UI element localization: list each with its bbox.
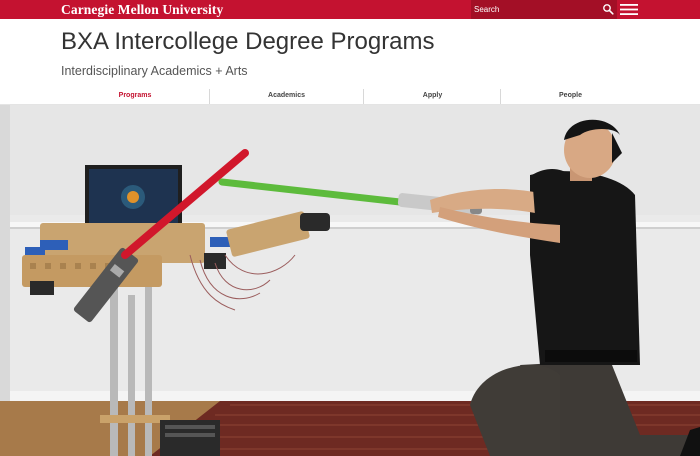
nav-tab-programs[interactable]: Programs [60, 88, 210, 104]
main-nav: Programs Academics Apply People [60, 88, 640, 104]
nav-tab-academics[interactable]: Academics [210, 88, 363, 104]
page-subtitle: Interdisciplinary Academics + Arts [61, 64, 248, 78]
university-logo[interactable]: Carnegie Mellon University [61, 2, 223, 18]
search-input[interactable] [474, 2, 594, 17]
top-bar: Carnegie Mellon University [0, 0, 700, 19]
hero-photo-robot-lightsaber [0, 105, 700, 456]
nav-tab-people[interactable]: People [501, 88, 640, 104]
nav-tab-apply[interactable]: Apply [364, 88, 501, 104]
hamburger-menu-icon[interactable] [620, 4, 638, 15]
page-title[interactable]: BXA Intercollege Degree Programs [61, 28, 435, 56]
hero-image [0, 105, 700, 456]
search-icon[interactable] [602, 3, 614, 15]
search-box[interactable] [471, 0, 617, 19]
